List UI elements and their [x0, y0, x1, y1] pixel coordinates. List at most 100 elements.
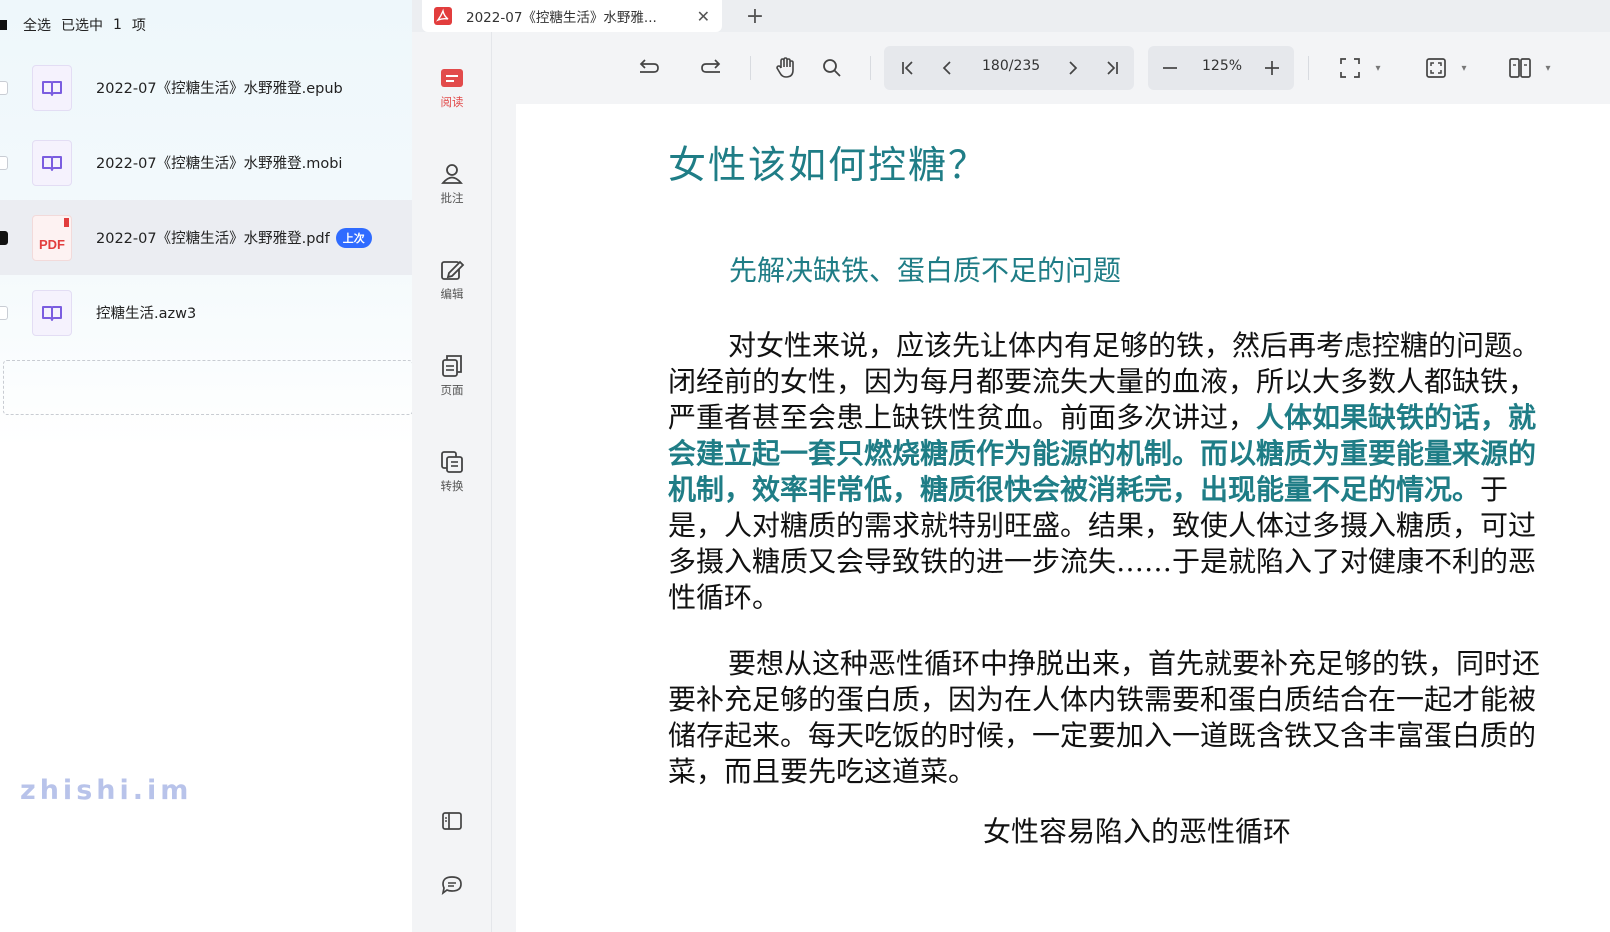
toolbar-divider [870, 56, 871, 80]
rail-item-edit[interactable]: 编辑 [412, 258, 492, 302]
comments-button[interactable] [412, 874, 492, 900]
search-icon [823, 59, 841, 77]
text-line: 多摄入糖质又会导致铁的进一步流失……于是就陷入了对健康不利的恶 [668, 544, 1610, 580]
rail-label: 转换 [440, 479, 464, 493]
previous-page-button[interactable] [934, 54, 962, 82]
toolbar: 180/235 125% ▾ ▾ ▾ [492, 32, 1610, 104]
select-all-checkbox[interactable] [0, 20, 7, 30]
chevron-right-icon [1069, 61, 1078, 75]
text-segment: 对女性来说，应该先让体内有足够的铁，然后再考虑控糖的问题。 [728, 329, 1541, 362]
toolbar-divider [750, 56, 751, 80]
zoom-out-button[interactable] [1156, 54, 1184, 82]
file-checkbox[interactable] [0, 155, 8, 170]
selected-prefix: 已选中 [61, 18, 103, 34]
zoom-level[interactable]: 125% [1202, 58, 1242, 74]
rail-label: 批注 [440, 191, 464, 205]
sidebar-toggle-button[interactable] [412, 810, 492, 836]
file-checkbox[interactable] [0, 305, 8, 320]
chevron-down-icon[interactable]: ▾ [1454, 58, 1474, 78]
selected-count: 1 [113, 17, 122, 33]
fit-page-icon [1340, 58, 1360, 78]
file-checkbox[interactable] [0, 80, 8, 95]
select-all-label[interactable]: 全选 [23, 15, 51, 35]
text-segment: 是，人对糖质的需求就特别旺盛。结果，致使人体过多摄入糖质，可过 [668, 509, 1537, 542]
last-page-icon [1107, 61, 1118, 75]
two-page-layout-icon [1509, 58, 1531, 78]
last-page-button[interactable] [1098, 54, 1126, 82]
file-name-text: 2022-07《控糖生活》水野雅登.pdf [96, 231, 330, 247]
rail-item-annotate[interactable]: 批注 [412, 162, 492, 206]
pdf-file-icon: PDF [32, 214, 72, 261]
tab-close-icon[interactable]: ✕ [697, 7, 710, 26]
plus-icon [1265, 61, 1279, 75]
text-segment: 性循环。 [668, 581, 781, 614]
text-line: 要想从这种恶性循环中挣脱出来，首先就要补充足够的铁，同时还 [728, 647, 1541, 680]
redo-button[interactable] [698, 54, 726, 82]
first-page-button[interactable] [894, 54, 922, 82]
rail-item-convert[interactable]: 转换 [412, 450, 492, 494]
highlighted-text: 会建立起一套只燃烧糖质作为能源的机制。而以糖质为重要能量来源的 [668, 437, 1537, 470]
text-segment: 闭经前的女性，因为每月都要流失大量的血液，所以大多数人都缺铁， [668, 365, 1537, 398]
watermark: zhishi.im [20, 775, 193, 806]
minus-icon [1163, 67, 1177, 69]
file-name: 2022-07《控糖生活》水野雅登.mobi [96, 156, 343, 172]
fullscreen-button[interactable] [1422, 54, 1450, 82]
file-row-epub[interactable]: 2022-07《控糖生活》水野雅登.epub [0, 50, 412, 125]
file-row-azw3[interactable]: 控糖生活.azw3 [0, 275, 412, 350]
tab-document[interactable]: 2022-07《控糖生活》水野雅... ✕ [422, 0, 722, 32]
select-bar: 全选 已选中 1 项 [0, 10, 156, 40]
text-line: 机制，效率非常低，糖质很快会被消耗完，出现能量不足的情况。于 [668, 472, 1610, 508]
rail-item-pages[interactable]: 页面 [412, 354, 492, 398]
fullscreen-icon [1426, 58, 1446, 78]
tab-title: 2022-07《控糖生活》水野雅... [466, 10, 657, 26]
sidebar-toggle-icon [442, 812, 462, 830]
text-line: 闭经前的女性，因为每月都要流失大量的血液，所以大多数人都缺铁， [668, 364, 1610, 400]
file-name: 控糖生活.azw3 [96, 306, 197, 322]
pdf-icon-text: PDF [39, 237, 65, 252]
chevron-down-icon[interactable]: ▾ [1368, 58, 1388, 78]
text-line: 要补充足够的蛋白质，因为在人体内铁需要和蛋白质结合在一起才能被 [668, 683, 1537, 716]
next-page-button[interactable] [1058, 54, 1086, 82]
paragraph-1: 对女性来说，应该先让体内有足够的铁，然后再考虑控糖的问题。 闭经前的女性，因为每月… [668, 328, 1610, 616]
last-opened-badge: 上次 [335, 227, 372, 248]
zoom-in-button[interactable] [1258, 54, 1286, 82]
text-line: 会建立起一套只燃烧糖质作为能源的机制。而以糖质为重要能量来源的 [668, 436, 1610, 472]
text-segment: 严重者甚至会患上缺铁性贫血。前面多次讲过， [668, 401, 1257, 434]
tool-rail: 阅读 批注 编辑 页面 转换 [412, 32, 492, 932]
edit-icon [441, 260, 465, 280]
first-page-icon [902, 61, 913, 75]
paragraph-2: 要想从这种恶性循环中挣脱出来，首先就要补充足够的铁，同时还 要补充足够的蛋白质，因… [668, 646, 1610, 790]
hand-tool-button[interactable] [772, 54, 800, 82]
pages-icon [442, 355, 462, 377]
rail-label: 阅读 [440, 95, 464, 109]
read-icon [441, 69, 463, 87]
file-row-mobi[interactable]: 2022-07《控糖生活》水野雅登.mobi [0, 125, 412, 200]
book-file-icon [32, 139, 72, 186]
figure-caption: 女性容易陷入的恶性循环 [983, 815, 1292, 848]
fit-page-button[interactable] [1336, 54, 1364, 82]
search-button[interactable] [818, 54, 846, 82]
file-checkbox-checked[interactable] [0, 230, 8, 245]
new-tab-button[interactable]: + [740, 0, 770, 32]
text-line: 储存起来。每天吃饭的时候，一定要加入一道既含铁又含丰富蛋白质的 [668, 719, 1537, 752]
add-file-drop-zone[interactable] [3, 360, 413, 415]
text-line: 性循环。 [668, 580, 1610, 616]
toolbar-divider [1308, 56, 1309, 80]
file-name: 2022-07《控糖生活》水野雅登.pdf 上次 [96, 227, 372, 248]
undo-button[interactable] [634, 54, 662, 82]
chevron-left-icon [942, 61, 951, 75]
rail-item-read[interactable]: 阅读 [412, 66, 492, 110]
chevron-down-icon[interactable]: ▾ [1538, 58, 1558, 78]
selected-suffix: 项 [131, 18, 146, 34]
page-layout-button[interactable] [1506, 54, 1534, 82]
text-line: 严重者甚至会患上缺铁性贫血。前面多次讲过，人体如果缺铁的话，就 [668, 400, 1610, 436]
redo-icon [701, 59, 721, 73]
page-indicator[interactable]: 180/235 [982, 58, 1040, 74]
rail-label: 编辑 [440, 287, 464, 301]
tab-bar: 2022-07《控糖生活》水野雅... ✕ + [412, 0, 1610, 32]
pdf-tab-icon [434, 7, 452, 25]
file-row-pdf[interactable]: PDF 2022-07《控糖生活》水野雅登.pdf 上次 [0, 200, 412, 275]
text-segment: 于 [1480, 473, 1509, 506]
annotate-icon [441, 164, 463, 184]
hand-icon [776, 57, 794, 78]
